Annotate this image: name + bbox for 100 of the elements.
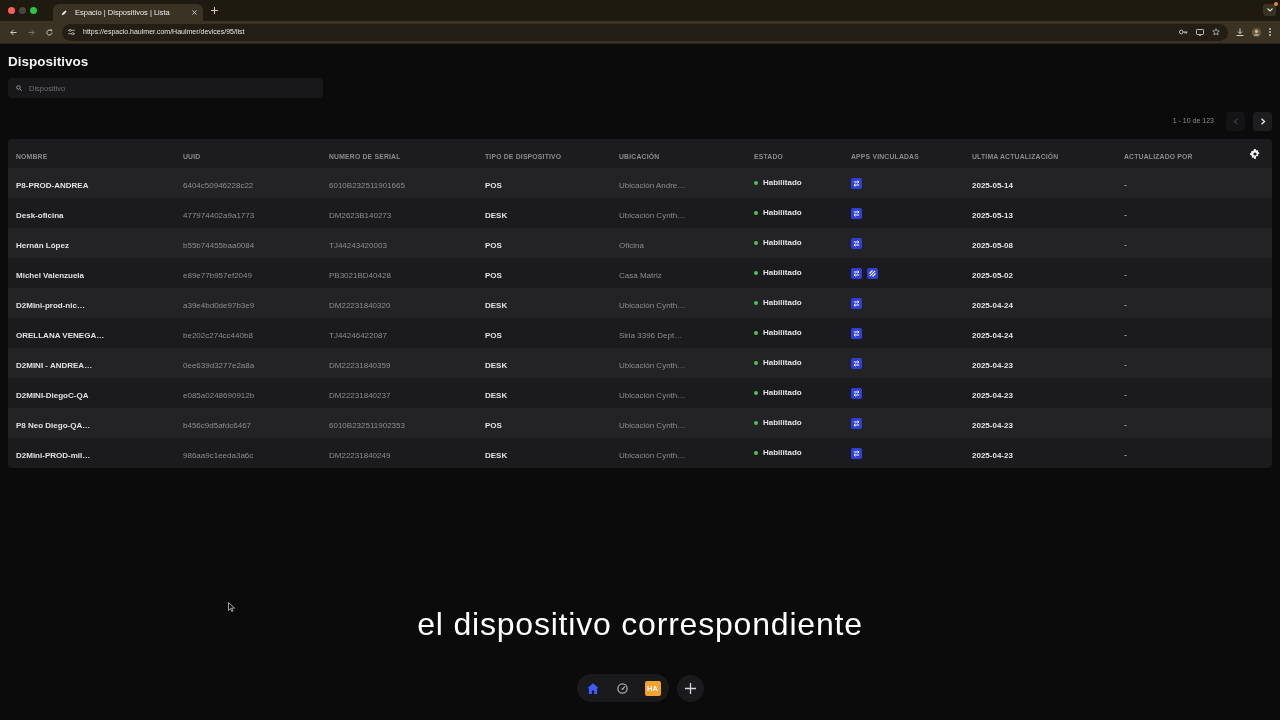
updated-by: - xyxy=(1124,300,1127,310)
next-page-button[interactable] xyxy=(1253,112,1272,131)
table-row[interactable]: D2MINI - ANDREA… 0ee639d3277e2a8a DM22231840359 DESK Ubicación Cynth… Habilitado 2025-04-23 - xyxy=(8,348,1272,378)
sliders-icon xyxy=(68,29,75,35)
status-dot-icon xyxy=(754,301,758,305)
status-label: Habilitado xyxy=(763,237,802,249)
forward-arrow-icon xyxy=(27,28,35,36)
table-row[interactable]: Hernán López b55b74455baa0084 TJ44243420003 POS Oficina Habilitado 2025-05-08 - xyxy=(8,228,1272,258)
serial-number: DM22231840359 xyxy=(329,361,391,370)
device-uuid: e085a0248690912b xyxy=(183,391,255,400)
reload-button[interactable] xyxy=(44,28,54,36)
device-type: POS xyxy=(485,271,502,280)
chevron-left-icon xyxy=(1232,118,1239,125)
serial-number: PB3021BD40428 xyxy=(329,271,391,280)
device-location: Ubicación Cynth… xyxy=(619,451,686,460)
update-date: 2025-04-23 xyxy=(972,451,1013,460)
status-label: Habilitado xyxy=(763,447,802,459)
plus-icon xyxy=(684,682,696,694)
device-uuid: 986aa9c1eeda3a6c xyxy=(183,451,254,460)
table-row[interactable]: P8 Neo Diego-QA… b456c9d5afdc6467 6010B232511902353 POS Ubicación Cynth… Habilitado 2025-04-23 - xyxy=(8,408,1272,438)
serial-number: DM22231840320 xyxy=(329,301,391,310)
device-location: Casa Matriz xyxy=(619,271,662,280)
updated-by: - xyxy=(1124,420,1127,430)
screen-icon xyxy=(1196,28,1204,36)
updated-by: - xyxy=(1124,240,1127,250)
table-row[interactable]: Michel Valenzuela e89e77b957ef2049 PB3021BD40428 POS Casa Matriz Habilitado 2025-05-02 - xyxy=(8,258,1272,288)
cast-button[interactable] xyxy=(1196,28,1204,36)
swap-arrows-icon xyxy=(851,357,862,369)
status-dot-icon xyxy=(754,181,758,185)
back-button[interactable] xyxy=(8,28,18,36)
update-date: 2025-04-23 xyxy=(972,361,1013,370)
chevron-right-icon xyxy=(1259,118,1266,125)
table-row[interactable]: D2Mini-prod-nic… a39e4bd0de97b3e9 DM22231840320 DESK Ubicación Cynth… Habilitado 2025-04-24 - xyxy=(8,288,1272,318)
device-type: POS xyxy=(485,181,502,190)
update-date: 2025-05-02 xyxy=(972,271,1013,280)
table-row[interactable]: D2Mini-PROD-mil… 986aa9c1eeda3a6c DM22231840249 DESK Ubicación Cynth… Habilitado 2025-04-23 - xyxy=(8,438,1272,468)
status-dot-icon xyxy=(754,391,758,395)
forward-button[interactable] xyxy=(26,28,36,36)
mouse-pointer-icon xyxy=(228,602,235,612)
device-uuid: b456c9d5afdc6467 xyxy=(183,421,252,430)
status-dot-icon xyxy=(754,331,758,335)
device-uuid: b55b74455baa0084 xyxy=(183,241,255,250)
add-button[interactable] xyxy=(676,674,704,702)
settings-button[interactable] xyxy=(1250,148,1260,159)
serial-number: 6010B232511901665 xyxy=(329,181,405,190)
device-name: ORELLANA VENEGA… xyxy=(16,331,105,340)
table-row[interactable]: ORELLANA VENEGA… be202c274cc440b8 TJ44246422087 POS Siria 3396 Dept… Habilitado 2025-04-24 - xyxy=(8,318,1272,348)
close-icon[interactable] xyxy=(192,10,197,15)
status-label: Habilitado xyxy=(763,207,802,219)
device-location: Ubicación Cynth… xyxy=(619,301,686,310)
updated-by: - xyxy=(1124,180,1127,190)
download-button[interactable] xyxy=(1236,28,1244,36)
close-window-button[interactable] xyxy=(8,7,15,14)
updated-by: - xyxy=(1124,210,1127,220)
tab-search-button[interactable] xyxy=(1263,4,1276,16)
status-label: Habilitado xyxy=(763,177,802,189)
password-key-button[interactable] xyxy=(1179,29,1188,35)
device-uuid: be202c274cc440b8 xyxy=(183,331,253,340)
update-date: 2025-05-14 xyxy=(972,181,1013,190)
device-location: Siria 3396 Dept… xyxy=(619,331,683,340)
back-arrow-icon xyxy=(9,28,17,36)
device-name: Desk-oficina xyxy=(16,211,64,220)
table-row[interactable]: P8-PROD-ANDREA 6404c50946228c22 6010B232511901665 POS Ubicación Andre… Habilitado 2025-05-14 - xyxy=(8,168,1272,198)
device-name: D2Mini-PROD-mil… xyxy=(16,451,91,460)
status-dot-icon xyxy=(754,241,758,245)
swap-arrows-icon xyxy=(851,177,862,189)
diagonal-lines-icon xyxy=(867,267,878,279)
bookmark-button[interactable] xyxy=(1212,28,1220,36)
device-type: POS xyxy=(485,241,502,250)
status-label: Habilitado xyxy=(763,357,802,369)
device-type: POS xyxy=(485,421,502,430)
download-icon xyxy=(1236,28,1244,36)
update-date: 2025-04-24 xyxy=(972,331,1013,340)
maximize-window-button[interactable] xyxy=(30,7,37,14)
search-icon xyxy=(16,85,22,91)
device-uuid: a39e4bd0de97b3e9 xyxy=(183,301,255,310)
plus-icon xyxy=(211,7,218,14)
table-row[interactable]: D2MINI-DiegoC-QA e085a0248690912b DM22231840237 DESK Ubicación Cynth… Habilitado 2025-04-23 - xyxy=(8,378,1272,408)
swap-arrows-icon xyxy=(851,237,862,249)
key-icon xyxy=(1179,29,1188,35)
device-type: DESK xyxy=(485,211,508,220)
table-row[interactable]: Desk-oficina 477974402a9a1773 DM2623B140273 DESK Ubicación Cynth… Habilitado 2025-05-13 - xyxy=(8,198,1272,228)
status-dot-icon xyxy=(754,211,758,215)
update-date: 2025-04-23 xyxy=(972,421,1013,430)
device-type: DESK xyxy=(485,391,508,400)
status-label: Habilitado xyxy=(763,387,802,399)
device-name: D2MINI-DiegoC-QA xyxy=(16,391,89,400)
status-dot-icon xyxy=(754,361,758,365)
device-type: POS xyxy=(485,331,502,340)
settings-icon xyxy=(1250,148,1260,159)
status-label: Habilitado xyxy=(763,267,802,279)
updated-by: - xyxy=(1124,390,1127,400)
updated-by: - xyxy=(1124,330,1127,340)
swap-arrows-icon xyxy=(851,207,862,219)
device-type: DESK xyxy=(485,301,508,310)
serial-number: DM2623B140273 xyxy=(329,211,392,220)
device-name: Michel Valenzuela xyxy=(16,271,85,280)
subtitle-caption: el dispositivo correspondiente xyxy=(417,605,863,643)
status-label: Habilitado xyxy=(763,327,802,339)
profile-button[interactable] xyxy=(1252,27,1261,37)
